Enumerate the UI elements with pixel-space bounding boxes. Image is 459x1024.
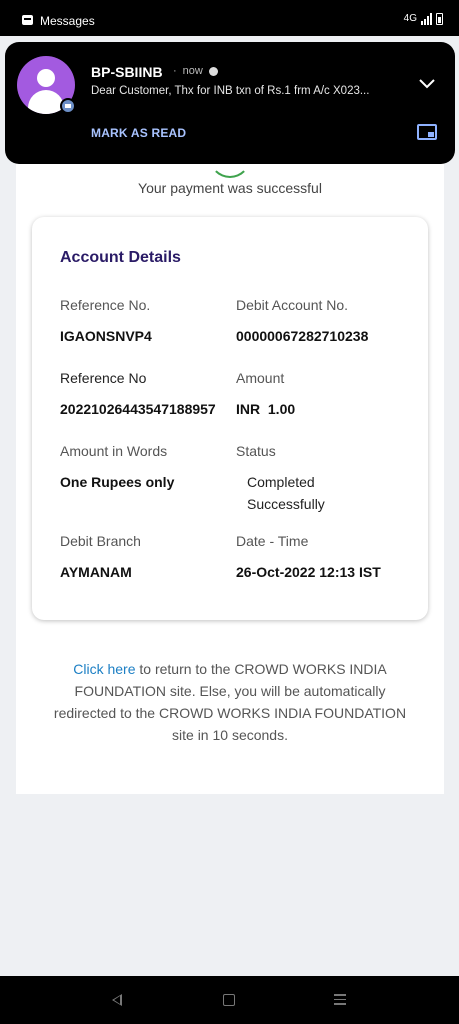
debit-branch-value: AYMANAM (60, 564, 132, 580)
date-time-field: Date - Time 26-Oct-2022 12:13 IST (236, 533, 381, 583)
back-icon[interactable] (112, 994, 122, 1006)
chevron-down-icon[interactable] (419, 76, 435, 94)
reference-no2-value: 20221026443547188957 (60, 401, 216, 417)
debit-branch-label: Debit Branch (60, 533, 141, 549)
amount-words-label: Amount in Words (60, 443, 168, 459)
status-value-line2: Successfully (247, 496, 325, 512)
message-app-icon (22, 15, 33, 25)
amount-value: INR 1.00 (236, 401, 296, 417)
amount-words-value: One Rupees only (60, 474, 175, 490)
date-time-label: Date - Time (236, 533, 309, 549)
notification-time: now (182, 65, 203, 77)
amount-words-field: Amount in Words One Rupees only (60, 443, 174, 493)
system-nav-bar (0, 976, 459, 1024)
debit-account-value: 00000067282710238 (236, 328, 369, 344)
status-indicators: 4G (404, 13, 443, 25)
account-details-heading: Account Details (60, 249, 181, 266)
home-icon[interactable] (223, 994, 235, 1006)
click-here-link[interactable]: Click here (73, 661, 135, 677)
redirect-line1: to return to the CROWD WORKS INDIA (135, 661, 387, 677)
redirect-line2: FOUNDATION site. Else, you will be autom… (74, 683, 386, 699)
reference-no2-field: Reference No 20221026443547188957 (60, 370, 216, 420)
recents-icon[interactable] (334, 994, 346, 1006)
amount-field: Amount INR 1.00 (236, 370, 295, 420)
reference-no-value: IGAONSNVP4 (60, 328, 152, 344)
payment-result-panel: Your payment was successful Account Deta… (16, 130, 444, 794)
reference-no-field: Reference No. IGAONSNVP4 (60, 297, 152, 347)
redirect-line4: site in 10 seconds. (172, 727, 288, 743)
battery-icon (436, 13, 443, 25)
reference-no2-label: Reference No (60, 370, 147, 386)
status-bar: Messages 4G (0, 0, 459, 36)
sms-notification[interactable]: BP-SBIINB · now Dear Customer, Thx for I… (5, 42, 455, 164)
debit-account-field: Debit Account No. 00000067282710238 (236, 297, 368, 347)
status-value-line1: Completed (247, 474, 315, 490)
success-message: Your payment was successful (138, 180, 322, 196)
debit-account-label: Debit Account No. (236, 297, 349, 313)
account-details-card: Account Details Reference No. IGAONSNVP4… (32, 217, 428, 620)
network-type-indicator: 4G (403, 13, 417, 24)
debit-branch-field: Debit Branch AYMANAM (60, 533, 141, 583)
notification-sender: BP-SBIINB (91, 64, 163, 80)
status-app-name: Messages (40, 14, 95, 28)
reference-no-label: Reference No. (60, 297, 151, 313)
status-field: Status Completed Successfully (236, 443, 325, 515)
notification-preview: Dear Customer, Thx for INB txn of Rs.1 f… (91, 85, 370, 97)
notification-time-row: · now (173, 65, 218, 77)
redirect-line3: redirected to the CROWD WORKS INDIA FOUN… (53, 705, 407, 721)
redirect-notice: Click here to return to the CROWD WORKS … (46, 658, 414, 746)
picture-in-picture-icon[interactable] (417, 124, 437, 140)
signal-icon (421, 13, 432, 25)
message-badge-icon (60, 98, 76, 114)
date-time-value: 26-Oct-2022 12:13 IST (236, 564, 381, 580)
mark-as-read-button[interactable]: MARK AS READ (91, 126, 186, 140)
amount-label: Amount (236, 370, 285, 386)
status-label: Status (236, 443, 276, 459)
status-value: Completed Successfully (236, 471, 325, 515)
alarm-icon (208, 66, 218, 76)
